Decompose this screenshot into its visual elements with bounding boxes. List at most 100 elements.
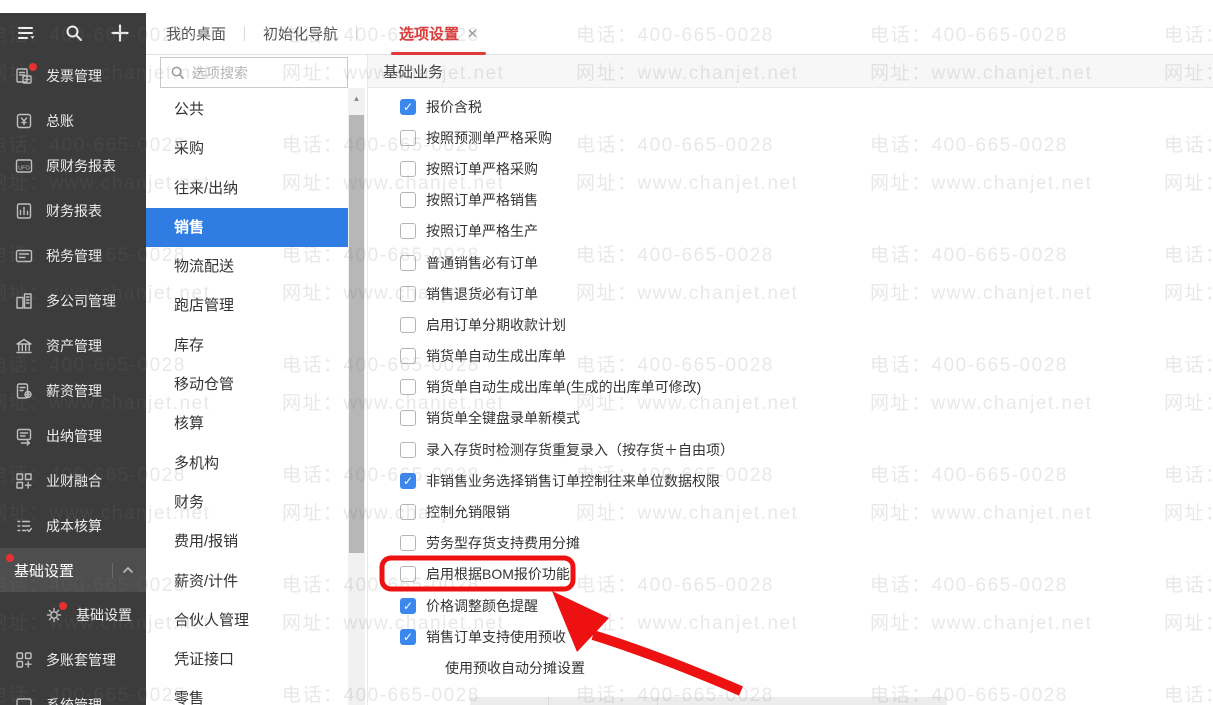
option-row: 按照订单严格采购 xyxy=(368,153,1213,184)
option-checkbox[interactable] xyxy=(400,160,416,177)
option-checkbox[interactable]: ✓ xyxy=(400,472,416,489)
notification-dot xyxy=(59,601,67,610)
invoice-icon xyxy=(14,62,37,86)
option-row: 销货单全键盘录单新模式 xyxy=(368,403,1213,434)
search-icon[interactable] xyxy=(64,23,84,43)
tab[interactable]: 初始化导航 xyxy=(257,13,344,54)
category-item[interactable]: 核算 xyxy=(146,404,348,443)
sidebar-item[interactable]: 出纳管理 xyxy=(0,413,146,458)
option-checkbox[interactable] xyxy=(400,285,416,302)
option-checkbox[interactable] xyxy=(400,316,416,333)
option-checkbox[interactable] xyxy=(400,223,416,240)
category-item[interactable]: 费用/报销 xyxy=(146,522,348,561)
option-label: 销售退货必有订单 xyxy=(426,285,538,302)
sidebar-item[interactable]: 多公司管理 xyxy=(0,278,146,323)
category-item[interactable]: 多机构 xyxy=(146,444,348,483)
section-header: 基础业务 xyxy=(368,55,1213,88)
category-item[interactable]: 往来/出纳 xyxy=(146,169,348,208)
option-row: ✓ 销售订单支持使用预收 xyxy=(368,621,1213,652)
option-row: 启用根据BOM报价功能 xyxy=(368,559,1213,590)
scroll-up-button[interactable]: ▲ xyxy=(348,88,365,108)
category-item[interactable]: 薪资/计件 xyxy=(146,562,348,601)
category-item[interactable]: 零售 xyxy=(146,679,348,705)
sidebar-item[interactable]: UFO 原财务报表 xyxy=(0,143,146,188)
option-row: 使用预收自动分摊设置 xyxy=(368,652,1213,683)
category-item[interactable]: 公共 xyxy=(146,90,348,129)
close-icon[interactable]: ✕ xyxy=(467,27,478,40)
scrollbar-thumb[interactable] xyxy=(349,115,364,553)
option-checkbox[interactable] xyxy=(400,129,416,146)
plus-icon[interactable] xyxy=(110,23,130,43)
menu-icon[interactable] xyxy=(16,23,38,43)
option-checkbox[interactable] xyxy=(400,410,416,427)
option-label: 价格调整颜色提醒 xyxy=(426,597,538,614)
tab-label: 选项设置 xyxy=(399,26,460,43)
category-item[interactable]: 移动仓管 xyxy=(146,365,348,404)
sidebar-item[interactable]: 多账套管理 xyxy=(0,637,146,682)
notification-dot xyxy=(6,554,14,562)
options-scrollbar[interactable]: ▲ xyxy=(348,88,365,705)
sidebar-item[interactable]: 基础设置 xyxy=(0,592,146,637)
sidebar-item[interactable]: 系统管理 xyxy=(0,682,146,705)
category-item[interactable]: 财务 xyxy=(146,483,348,522)
sidebar-item[interactable]: 财务报表 xyxy=(0,188,146,233)
option-checkbox[interactable] xyxy=(400,441,416,458)
category-item[interactable]: 跑店管理 xyxy=(146,286,348,325)
tab[interactable]: 我的桌面 xyxy=(160,13,232,54)
payroll-icon xyxy=(14,381,34,401)
tax-icon xyxy=(14,246,34,266)
option-row: ✓ 非销售业务选择销售订单控制往来单位数据权限 xyxy=(368,465,1213,496)
option-checkbox[interactable] xyxy=(400,379,416,396)
tab-active[interactable]: 选项设置 ✕ xyxy=(391,13,486,55)
sidebar-item-label: 总账 xyxy=(46,112,74,129)
sidebar-item[interactable]: 业财融合 xyxy=(0,458,146,503)
option-row: 普通销售必有订单 xyxy=(368,247,1213,278)
option-checkbox[interactable] xyxy=(400,348,416,365)
sidebar-item-label: 资产管理 xyxy=(46,337,102,354)
sidebar-item[interactable]: 资产管理 xyxy=(0,323,146,368)
option-checkbox[interactable]: ✓ xyxy=(400,98,416,115)
option-checkbox[interactable] xyxy=(400,566,416,583)
category-item[interactable]: 库存 xyxy=(146,326,348,365)
settings-content: 基础业务 ✓ 报价含税 按照预测单严格采购 按照订单严格采购 按照订单严格销售 按照订单严… xyxy=(368,55,1213,705)
options-search-input[interactable]: 选项搜索 xyxy=(160,57,348,88)
category-item[interactable]: 采购 xyxy=(146,129,348,168)
option-label: 按照预测单严格采购 xyxy=(426,129,552,146)
option-row: ✓ 价格调整颜色提醒 xyxy=(368,590,1213,621)
option-label: 销售订单支持使用预收 xyxy=(426,628,566,645)
sidebar-item[interactable]: 总账 xyxy=(0,98,146,143)
tab-separator xyxy=(356,26,358,41)
multi-company-icon xyxy=(14,291,34,311)
sidebar-item[interactable]: 薪资管理 xyxy=(0,368,146,413)
asset-icon xyxy=(14,336,34,356)
app-window: 电话：400-665-0028网址：www.chanjet.net电话：400-… xyxy=(0,0,1213,705)
category-item[interactable]: 销售 xyxy=(146,207,348,248)
tab-label: 我的桌面 xyxy=(166,26,227,43)
option-checkbox[interactable]: ✓ xyxy=(400,597,416,614)
option-checkbox[interactable] xyxy=(400,254,416,271)
option-row: 按照订单严格生产 xyxy=(368,216,1213,247)
option-label: 使用预收自动分摊设置 xyxy=(445,659,585,676)
sidebar-item[interactable]: 发票管理 xyxy=(0,53,146,98)
option-label: 控制允销限销 xyxy=(426,504,510,521)
category-item[interactable]: 凭证接口 xyxy=(146,640,348,679)
option-checkbox[interactable] xyxy=(400,192,416,209)
category-item[interactable]: 合伙人管理 xyxy=(146,601,348,640)
report-icon xyxy=(14,201,34,221)
section-collapse-control[interactable] xyxy=(112,562,134,578)
sidebar-section-label: 基础设置 xyxy=(14,562,75,580)
sidebar-item[interactable]: 税务管理 xyxy=(0,233,146,278)
sidebar-item-label: 多公司管理 xyxy=(46,292,116,309)
divider xyxy=(112,562,113,578)
option-label: 报价含税 xyxy=(426,98,482,115)
category-item[interactable]: 物流配送 xyxy=(146,247,348,286)
option-checkbox[interactable] xyxy=(400,535,416,552)
sidebar-section-basic-settings[interactable]: 基础设置 xyxy=(0,548,146,592)
option-label: 销货单自动生成出库单 xyxy=(426,348,566,365)
option-checkbox[interactable] xyxy=(400,504,416,521)
option-label: 非销售业务选择销售订单控制往来单位数据权限 xyxy=(426,472,720,489)
sidebar-item-label: 原财务报表 xyxy=(46,157,116,174)
svg-text:UFO: UFO xyxy=(18,165,30,171)
option-checkbox[interactable]: ✓ xyxy=(400,628,416,645)
sidebar-item[interactable]: 成本核算 xyxy=(0,503,146,548)
